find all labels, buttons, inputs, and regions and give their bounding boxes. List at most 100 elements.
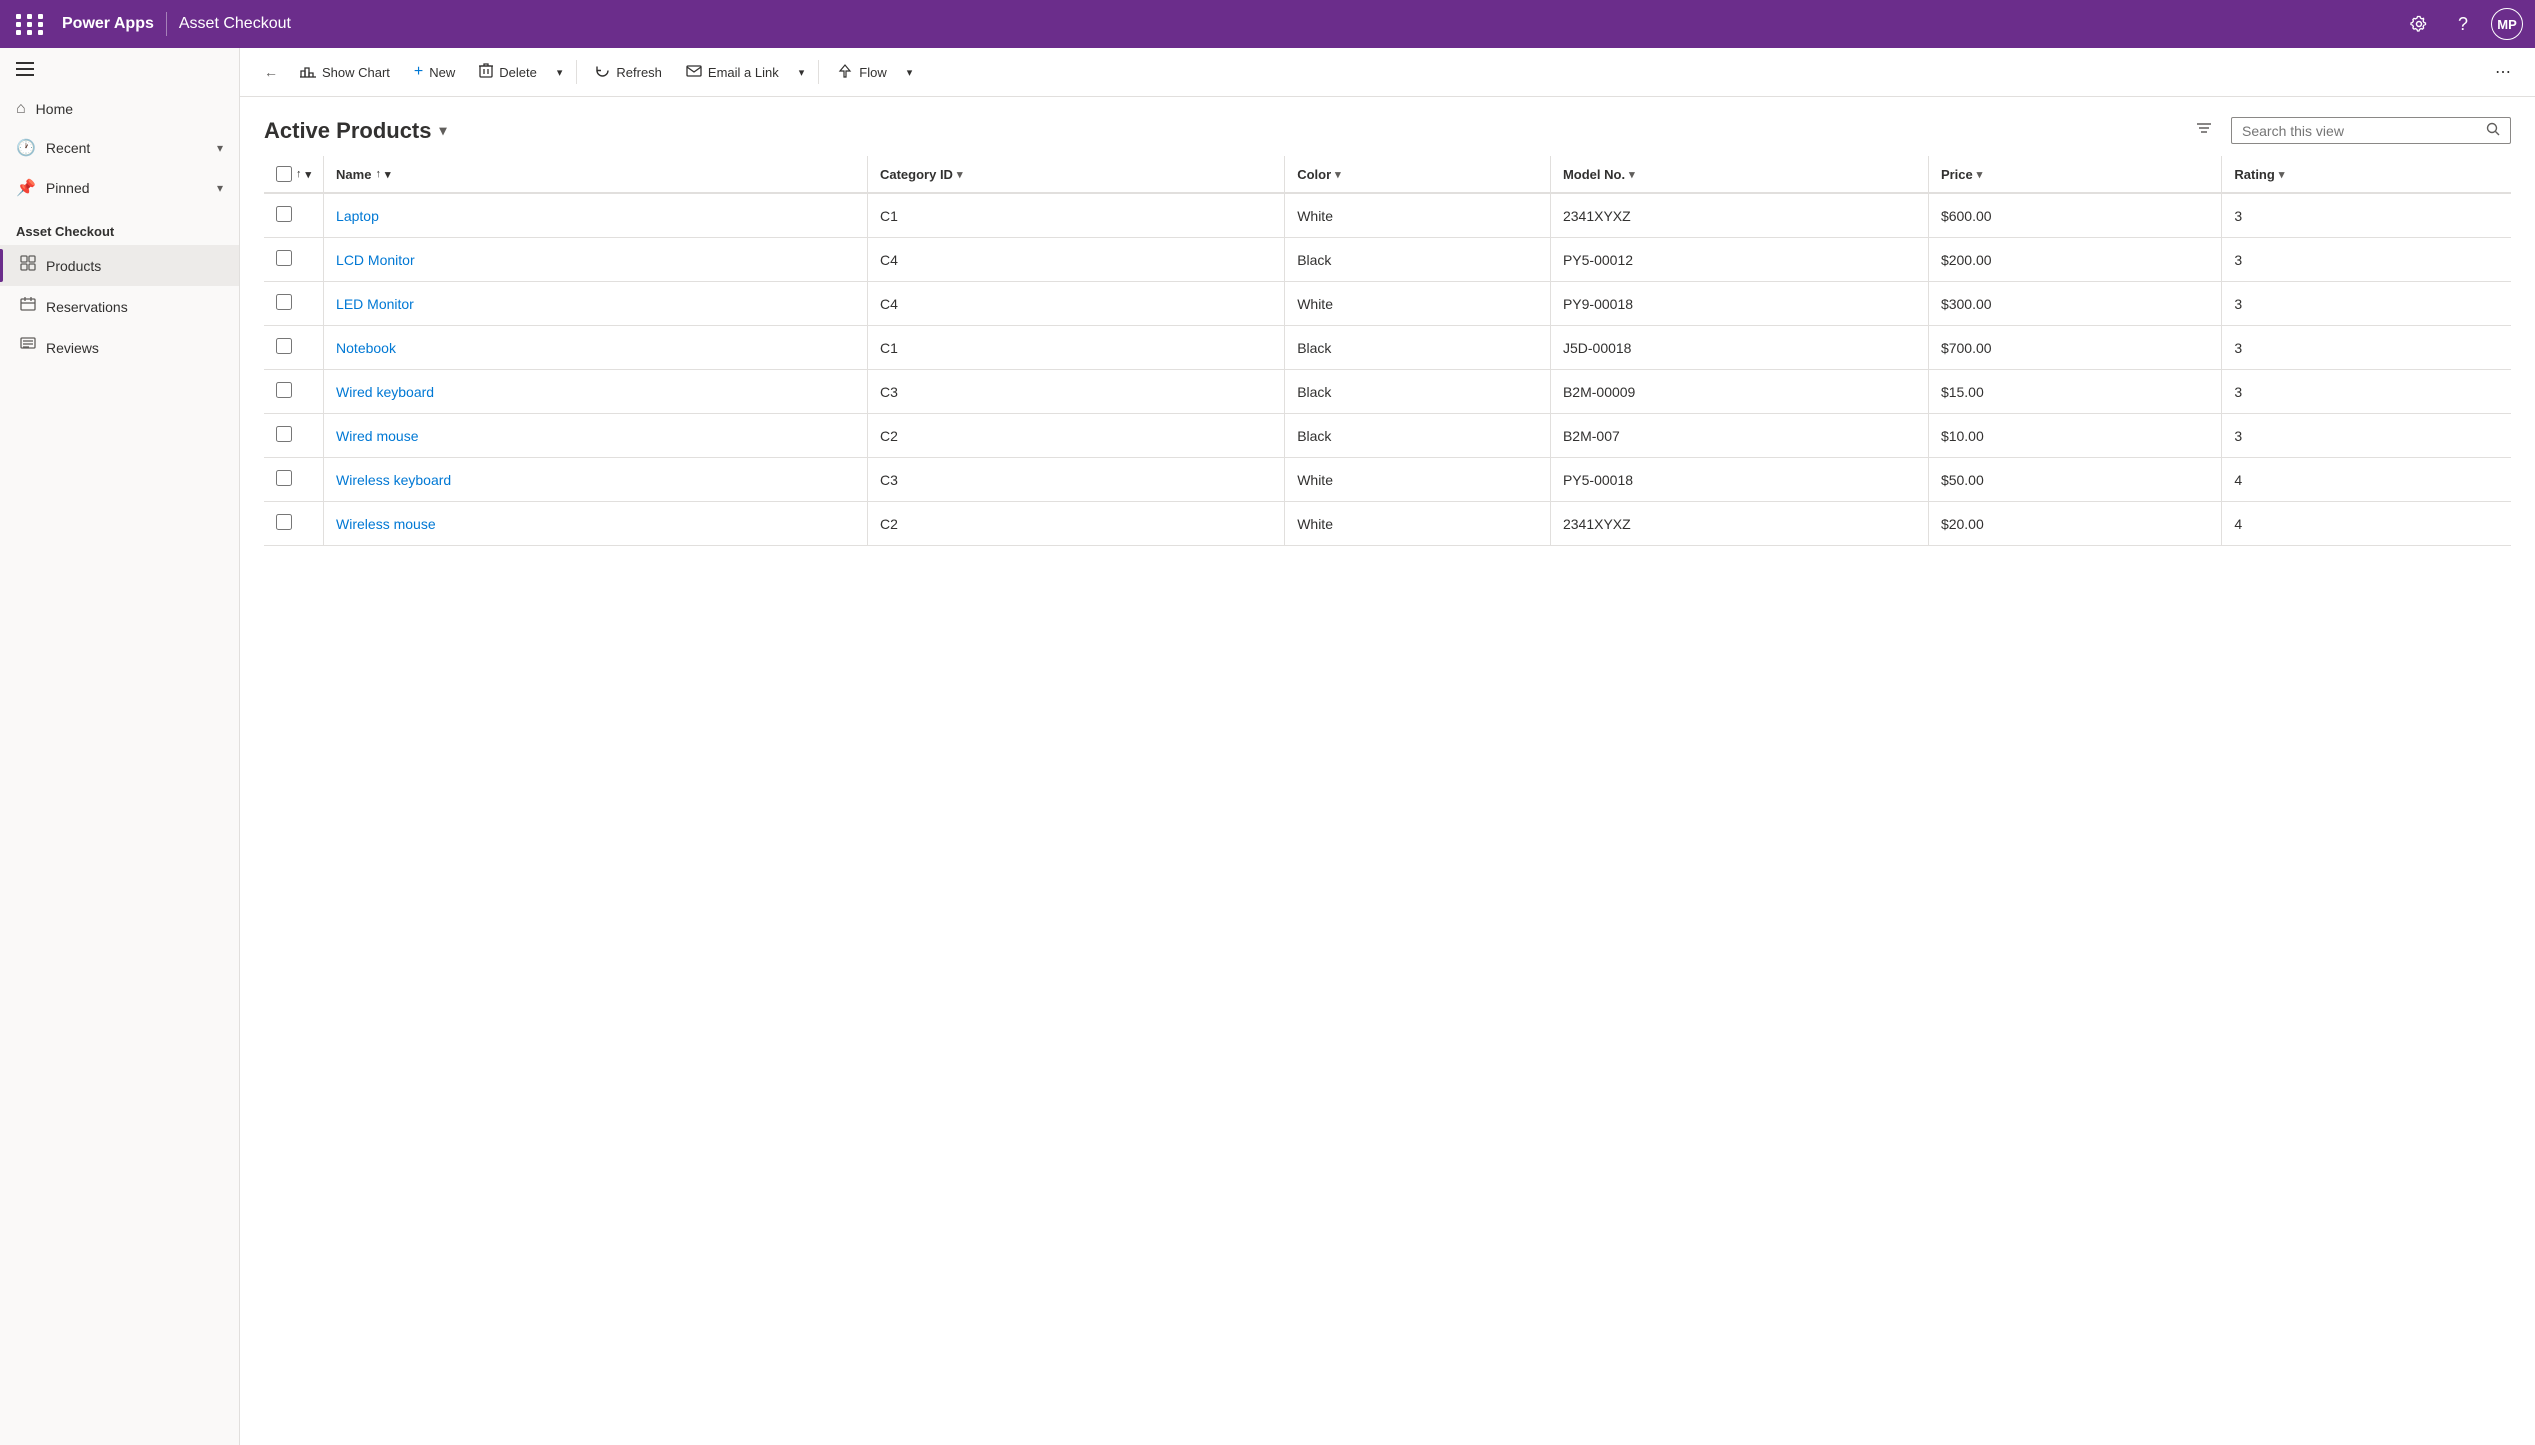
sidebar-item-reviews[interactable]: Reviews xyxy=(0,327,239,368)
product-link[interactable]: Laptop xyxy=(336,208,379,224)
product-link[interactable]: Notebook xyxy=(336,340,396,356)
product-link[interactable]: Wireless mouse xyxy=(336,516,436,532)
app-logo: Power Apps xyxy=(62,15,154,33)
pinned-label: Pinned xyxy=(46,180,90,196)
app-grid-button[interactable] xyxy=(12,10,50,39)
flow-dropdown-button[interactable]: ▾ xyxy=(901,60,919,85)
row-rating-cell: 3 xyxy=(2222,370,2511,414)
select-all-header[interactable]: ↑ ▾ xyxy=(264,156,324,193)
delete-dropdown-button[interactable]: ▾ xyxy=(551,60,569,85)
row-check-cell[interactable] xyxy=(264,414,324,458)
row-checkbox[interactable] xyxy=(276,382,292,398)
col-header-price[interactable]: Price ▾ xyxy=(1928,156,2221,193)
row-checkbox[interactable] xyxy=(276,470,292,486)
row-name-cell[interactable]: Wireless mouse xyxy=(324,502,868,546)
new-button[interactable]: + New xyxy=(404,57,465,87)
row-checkbox[interactable] xyxy=(276,206,292,222)
row-category-cell: C4 xyxy=(867,238,1284,282)
sidebar-item-home[interactable]: ⌂ Home xyxy=(0,90,239,128)
row-name-cell[interactable]: Notebook xyxy=(324,326,868,370)
reservations-icon xyxy=(20,296,36,317)
delete-button[interactable]: Delete xyxy=(469,57,547,87)
col-name-sort-chevron-icon[interactable]: ▾ xyxy=(385,168,391,181)
sidebar-item-products[interactable]: Products xyxy=(0,245,239,286)
show-chart-button[interactable]: Show Chart xyxy=(290,58,400,87)
row-rating-cell: 3 xyxy=(2222,193,2511,238)
row-checkbox[interactable] xyxy=(276,294,292,310)
row-rating-cell: 3 xyxy=(2222,326,2511,370)
sidebar-item-reservations[interactable]: Reservations xyxy=(0,286,239,327)
hamburger-button[interactable] xyxy=(0,48,239,90)
settings-button[interactable] xyxy=(2403,8,2435,40)
sidebar-item-recent[interactable]: 🕐 Recent ▾ xyxy=(0,128,239,168)
product-link[interactable]: Wired mouse xyxy=(336,428,418,444)
refresh-button[interactable]: Refresh xyxy=(585,57,672,87)
view-title-chevron-icon[interactable]: ▾ xyxy=(440,122,447,139)
row-name-cell[interactable]: Wired mouse xyxy=(324,414,868,458)
new-icon: + xyxy=(414,63,423,81)
row-check-cell[interactable] xyxy=(264,370,324,414)
col-header-rating[interactable]: Rating ▾ xyxy=(2222,156,2511,193)
reservations-label: Reservations xyxy=(46,299,128,315)
products-label: Products xyxy=(46,258,101,274)
row-checkbox[interactable] xyxy=(276,426,292,442)
product-link[interactable]: Wireless keyboard xyxy=(336,472,451,488)
row-name-cell[interactable]: Wired keyboard xyxy=(324,370,868,414)
row-category-cell: C2 xyxy=(867,502,1284,546)
table-row: Notebook C1 Black J5D-00018 $700.00 3 xyxy=(264,326,2511,370)
col-header-model-no[interactable]: Model No. ▾ xyxy=(1550,156,1928,193)
more-options-button[interactable]: ⋯ xyxy=(2487,56,2519,88)
row-rating-cell: 3 xyxy=(2222,238,2511,282)
col-header-color[interactable]: Color ▾ xyxy=(1285,156,1551,193)
row-check-cell[interactable] xyxy=(264,458,324,502)
delete-icon xyxy=(479,63,493,81)
row-check-cell[interactable] xyxy=(264,502,324,546)
col-color-sort-icon[interactable]: ▾ xyxy=(1335,168,1341,181)
row-name-cell[interactable]: LED Monitor xyxy=(324,282,868,326)
col-name-sort-asc-icon[interactable]: ↑ xyxy=(375,168,381,180)
col-price-sort-icon[interactable]: ▾ xyxy=(1977,168,1983,181)
row-check-cell[interactable] xyxy=(264,238,324,282)
row-checkbox[interactable] xyxy=(276,514,292,530)
sidebar-item-pinned[interactable]: 📌 Pinned ▾ xyxy=(0,168,239,208)
product-link[interactable]: LCD Monitor xyxy=(336,252,415,268)
flow-button[interactable]: Flow xyxy=(827,57,896,88)
col-category-sort-icon[interactable]: ▾ xyxy=(957,168,963,181)
row-name-cell[interactable]: LCD Monitor xyxy=(324,238,868,282)
product-link[interactable]: LED Monitor xyxy=(336,296,414,312)
product-link[interactable]: Wired keyboard xyxy=(336,384,434,400)
col-header-category-id[interactable]: Category ID ▾ xyxy=(867,156,1284,193)
row-check-cell[interactable] xyxy=(264,193,324,238)
back-button[interactable]: ← xyxy=(256,58,286,86)
row-check-cell[interactable] xyxy=(264,282,324,326)
search-box xyxy=(2231,117,2511,144)
main-layout: ⌂ Home 🕐 Recent ▾ 📌 Pinned ▾ Asset Check… xyxy=(0,48,2535,1445)
help-button[interactable]: ? xyxy=(2447,8,2479,40)
email-link-button[interactable]: Email a Link xyxy=(676,58,789,86)
sidebar: ⌂ Home 🕐 Recent ▾ 📌 Pinned ▾ Asset Check… xyxy=(0,48,240,1445)
col-header-name[interactable]: Name ↑ ▾ xyxy=(324,156,868,193)
col-model-sort-icon[interactable]: ▾ xyxy=(1629,168,1635,181)
view-header: Active Products ▾ xyxy=(240,97,2535,156)
row-checkbox[interactable] xyxy=(276,250,292,266)
sort-asc-icon[interactable]: ↑ xyxy=(296,168,302,180)
row-price-cell: $50.00 xyxy=(1928,458,2221,502)
row-color-cell: White xyxy=(1285,502,1551,546)
pinned-icon: 📌 xyxy=(16,178,36,198)
row-checkbox[interactable] xyxy=(276,338,292,354)
sort-desc-icon[interactable]: ▾ xyxy=(306,168,312,181)
row-model-cell: B2M-007 xyxy=(1550,414,1928,458)
row-name-cell[interactable]: Wireless keyboard xyxy=(324,458,868,502)
row-check-cell[interactable] xyxy=(264,326,324,370)
email-dropdown-button[interactable]: ▾ xyxy=(793,60,811,85)
filter-button[interactable] xyxy=(2189,113,2219,148)
col-rating-label: Rating xyxy=(2234,167,2274,182)
row-name-cell[interactable]: Laptop xyxy=(324,193,868,238)
col-rating-sort-icon[interactable]: ▾ xyxy=(2279,168,2285,181)
search-input[interactable] xyxy=(2242,123,2478,139)
chart-icon xyxy=(300,64,316,81)
row-model-cell: 2341XYXZ xyxy=(1550,193,1928,238)
user-avatar[interactable]: MP xyxy=(2491,8,2523,40)
col-price-label: Price xyxy=(1941,167,1973,182)
select-all-checkbox[interactable] xyxy=(276,166,292,182)
